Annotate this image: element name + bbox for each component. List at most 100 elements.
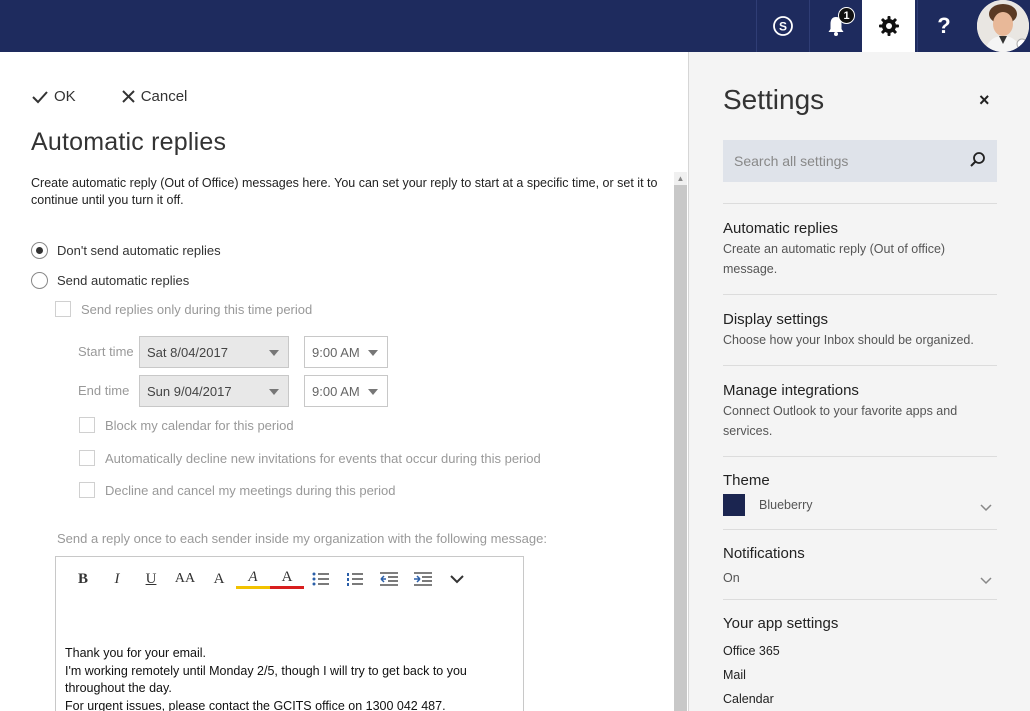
notification-badge: 1 [838,7,855,24]
settings-pane: Settings × Search all settings Automatic… [688,52,1030,711]
highlight-button[interactable]: A [236,569,270,589]
cancel-button[interactable]: Cancel [121,88,188,105]
font-size-button[interactable]: AA [168,567,202,591]
time-period-label: Send replies only during this time perio… [81,301,313,317]
divider [723,456,997,457]
underline-button[interactable]: U [134,567,168,591]
checkmark-icon [32,90,48,103]
page-title: Automatic replies [31,128,227,156]
indent-icon [414,572,432,586]
app-settings-title: Your app settings [723,615,839,632]
app-settings-item[interactable]: Mail [723,668,746,682]
bold-button[interactable]: B [66,567,100,591]
app-settings-item[interactable]: Office 365 [723,644,780,658]
top-bar: S 1 ? [0,0,1030,52]
search-placeholder: Search all settings [734,153,849,169]
start-time-value: 9:00 AM [312,344,360,360]
chevron-down-icon [368,389,378,395]
start-time-label: Start time [78,344,134,359]
search-icon[interactable] [969,151,987,169]
divider [723,203,997,204]
divider [723,529,997,530]
skype-icon: S [773,16,793,36]
bullets-button[interactable] [304,567,338,591]
automatic-replies-pane: OK Cancel Automatic replies Create autom… [0,52,688,711]
divider [723,599,997,600]
page-description: Create automatic reply (Out of Office) m… [31,176,658,207]
start-date-dropdown[interactable]: Sat 8/04/2017 [139,336,289,368]
chevron-down-icon [269,389,279,395]
numbering-button[interactable] [338,567,372,591]
theme-value[interactable]: Blueberry [759,495,959,515]
settings-button[interactable] [862,0,915,52]
avatar[interactable] [975,0,1030,52]
chevron-down-icon [450,575,464,584]
radio-button[interactable] [31,272,48,289]
numbered-list-icon [347,573,363,586]
message-label: Send a reply once to each sender inside … [57,531,547,546]
help-button[interactable]: ? [917,0,970,52]
checkbox-block-calendar[interactable]: Block my calendar for this period [79,417,294,433]
theme-title: Theme [723,472,770,489]
radio-send[interactable]: Send automatic replies [31,272,189,289]
manage-integrations-link[interactable]: Manage integrations [723,382,859,399]
checkbox-decline-invitations[interactable]: Automatically decline new invitations fo… [79,450,541,466]
scrollbar[interactable]: ▲ [674,172,687,711]
cancel-label: Cancel [140,88,188,105]
display-settings-link[interactable]: Display settings [723,311,828,328]
notifications-button[interactable]: 1 [809,0,862,52]
notifications-value[interactable]: On [723,568,993,588]
checkbox-decline-meetings[interactable]: Decline and cancel my meetings during th… [79,482,396,498]
divider [723,365,997,366]
settings-search-input[interactable]: Search all settings [723,140,997,182]
start-date-value: Sat 8/04/2017 [147,344,228,360]
theme-swatch[interactable] [723,494,745,516]
checkbox[interactable] [79,417,95,433]
automatic-replies-link[interactable]: Automatic replies [723,220,838,237]
radio-send-label: Send automatic replies [57,273,190,288]
italic-button[interactable]: I [100,567,134,591]
end-time-value: 9:00 AM [312,383,360,399]
bullet-list-icon [312,572,329,586]
radio-dont-send-label: Don't send automatic replies [57,243,221,258]
message-line: Thank you for your email. [65,646,207,660]
decrease-indent-button[interactable] [372,567,406,591]
display-settings-desc: Choose how your Inbox should be organize… [723,333,974,347]
chevron-down-icon[interactable] [980,574,992,588]
help-icon: ? [937,13,951,38]
chevron-down-icon[interactable] [980,501,992,515]
outdent-icon [380,572,398,586]
ok-label: OK [54,88,76,105]
end-time-dropdown[interactable]: 9:00 AM [304,375,388,407]
checkbox[interactable] [79,482,95,498]
chevron-down-icon [368,350,378,356]
ok-button[interactable]: OK [32,88,76,105]
decline-meetings-label: Decline and cancel my meetings during th… [105,482,396,498]
message-editor[interactable]: B I U AA A A A Thank you for your email.… [55,556,524,711]
message-line: I'm working remotely until Monday 2/5, t… [65,663,467,696]
radio-dont-send[interactable]: Don't send automatic replies [31,242,221,259]
end-date-value: Sun 9/04/2017 [147,383,232,399]
grow-font-button[interactable]: A [202,567,236,591]
message-body[interactable]: Thank you for your email. I'm working re… [65,645,515,711]
message-line: For urgent issues, please contact the GC… [65,698,446,711]
more-options-button[interactable] [440,567,474,591]
format-toolbar: B I U AA A A A [66,567,474,591]
checkbox[interactable] [55,301,71,317]
checkbox-time-period[interactable]: Send replies only during this time perio… [55,301,312,317]
end-date-dropdown[interactable]: Sun 9/04/2017 [139,375,289,407]
close-icon[interactable]: × [979,90,990,111]
radio-button-selected[interactable] [31,242,48,259]
scroll-up-icon[interactable]: ▲ [674,172,687,185]
divider [723,294,997,295]
skype-button[interactable]: S [756,0,809,52]
automatic-replies-desc: Create an automatic reply (Out of office… [723,242,946,276]
app-settings-item[interactable]: Calendar [723,692,774,706]
end-time-label: End time [78,383,130,398]
increase-indent-button[interactable] [406,567,440,591]
start-time-dropdown[interactable]: 9:00 AM [304,336,388,368]
manage-integrations-desc: Connect Outlook to your favorite apps an… [723,404,958,438]
checkbox[interactable] [79,450,95,466]
svg-text:S: S [779,20,787,34]
font-color-button[interactable]: A [270,569,304,589]
